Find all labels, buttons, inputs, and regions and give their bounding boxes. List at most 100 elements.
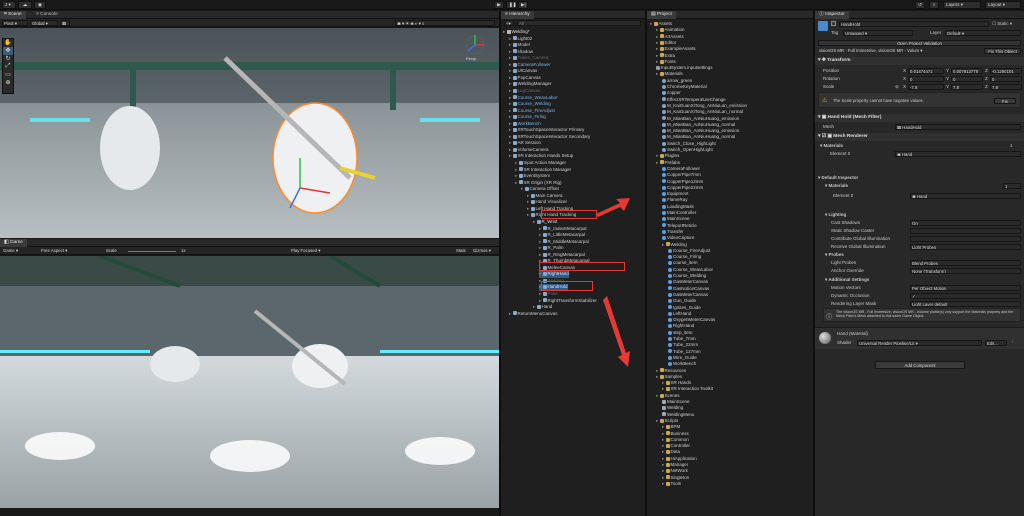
element0-field[interactable]: ◉ Hand [895, 151, 1021, 157]
expand-arrow-icon[interactable]: ▸ [539, 252, 543, 257]
fix-this-object-button[interactable]: Fix This Object [984, 48, 1021, 54]
expand-arrow-icon[interactable]: ▸ [515, 180, 519, 185]
collab-icon[interactable]: ◉ [34, 1, 46, 9]
materials2-count[interactable]: 1 [1003, 183, 1021, 189]
hierarchy-item[interactable]: ▸ Course_Firing [509, 114, 546, 121]
property-value[interactable]: ✓ [910, 293, 1021, 299]
scene-viewport[interactable] [0, 28, 499, 238]
visionos-profile-dropdown[interactable]: visionOS MR - Full Immersive, visionOS M… [818, 48, 983, 54]
expand-arrow-icon[interactable]: ▸ [656, 368, 660, 373]
hierarchy-item[interactable]: ▸ Course_Welding [509, 101, 551, 108]
expand-arrow-icon[interactable]: ▸ [539, 226, 543, 231]
scale-tool-icon[interactable]: ⤢ [3, 63, 13, 71]
hierarchy-item[interactable]: ▸ shadow [509, 49, 533, 56]
display-dropdown[interactable]: Game ▾ [2, 248, 30, 254]
expand-arrow-icon[interactable]: ▸ [527, 212, 531, 217]
hierarchy-item[interactable]: ▸ ReturnMenuCanvas [509, 311, 558, 318]
property-value[interactable]: Per Object Motion [910, 285, 1021, 291]
hierarchy-item[interactable]: ▸ WeldingManager [509, 81, 551, 88]
tag-dropdown[interactable]: Untagged ▾ [843, 30, 913, 36]
expand-arrow-icon[interactable]: ▸ [539, 291, 543, 296]
expand-arrow-icon[interactable]: ▸ [509, 95, 513, 100]
scale-x-field[interactable]: -7.8 [908, 84, 944, 90]
expand-arrow-icon[interactable]: ▸ [662, 424, 666, 429]
probes-foldout[interactable]: ▾ Probes [825, 251, 844, 258]
expand-arrow-icon[interactable]: ▸ [515, 167, 519, 172]
property-value[interactable]: On [910, 220, 1021, 226]
edit-shader-button[interactable]: Edit... [985, 340, 1007, 346]
layer-dropdown[interactable]: Default ▾ [945, 30, 1021, 36]
expand-arrow-icon[interactable]: ▸ [533, 304, 537, 309]
tab-hierarchy[interactable]: ≡ Hierarchy [501, 11, 534, 19]
expand-arrow-icon[interactable]: ▸ [527, 199, 531, 204]
gizmos-dropdown[interactable]: Gizmos ▾ [472, 248, 498, 254]
game-viewport[interactable] [0, 256, 499, 508]
expand-arrow-icon[interactable]: ▸ [539, 239, 543, 244]
hierarchy-item[interactable]: ▸ Light02 [509, 36, 532, 43]
property-value[interactable]: None (Transform) [910, 268, 1021, 274]
expand-arrow-icon[interactable]: ▸ [662, 437, 666, 442]
expand-arrow-icon[interactable]: ▸ [662, 456, 666, 461]
rotation-y-field[interactable]: 0 [951, 76, 983, 82]
expand-arrow-icon[interactable]: ▸ [527, 206, 531, 211]
expand-arrow-icon[interactable]: ▸ [509, 134, 513, 139]
hierarchy-item[interactable]: ▸ Welding* [503, 29, 529, 36]
expand-arrow-icon[interactable]: ▸ [509, 62, 513, 67]
hierarchy-item[interactable]: ▸ XR Origin (XR Rig) [515, 180, 562, 187]
expand-arrow-icon[interactable]: ▸ [662, 242, 666, 247]
tab-console[interactable]: ≡ Console [32, 11, 62, 19]
play-focused-dropdown[interactable]: Play Focused ▾ [290, 248, 332, 254]
hierarchy-item[interactable]: ▸ R_Wrist [533, 219, 557, 226]
persp-label[interactable]: Persp [466, 56, 476, 61]
expand-arrow-icon[interactable]: ▸ [662, 468, 666, 473]
scale-slider[interactable] [128, 250, 176, 252]
mesh-filter-header[interactable]: ▾ ▣ Hand Hold (Mesh Filter) [815, 114, 1024, 122]
materials-count[interactable]: 1 [1010, 142, 1013, 149]
expand-arrow-icon[interactable]: ▸ [515, 173, 519, 178]
static-toggle[interactable]: ☐ Static ▾ [992, 20, 1022, 27]
hierarchy-item[interactable]: ▸ Input Action Manager [515, 160, 566, 167]
expand-arrow-icon[interactable]: ▸ [509, 55, 513, 60]
expand-arrow-icon[interactable]: ▸ [509, 127, 513, 132]
scene-view-options[interactable]: ◉ ▾ ☀ ◈ ◐ ▾ ⌕ [395, 20, 495, 26]
add-component-button[interactable]: Add Component [875, 361, 965, 369]
open-project-validation-button[interactable]: Open Project Validation [818, 40, 1021, 46]
rotation-x-field[interactable]: 0 [908, 76, 944, 82]
expand-arrow-icon[interactable]: ▸ [539, 232, 543, 237]
scale-z-field[interactable]: 7.8 [990, 84, 1022, 90]
materials2-foldout[interactable]: ▾ Materials [825, 182, 848, 189]
hierarchy-item[interactable]: ▸ XR Interaction Hands Setup [509, 153, 573, 160]
stats-button[interactable]: Stats [455, 248, 471, 254]
expand-arrow-icon[interactable]: ▸ [515, 160, 519, 165]
hierarchy-item[interactable]: ▸ RightTransformStabilizer [539, 298, 597, 305]
expand-arrow-icon[interactable]: ▸ [509, 311, 513, 316]
expand-arrow-icon[interactable]: ▸ [656, 59, 660, 64]
hierarchy-item[interactable]: ▸ Camera Offset [521, 186, 559, 193]
additional-foldout[interactable]: ▾ Additional Settings [825, 276, 869, 283]
mesh-renderer-header[interactable]: ▾ ☑ ▣ Mesh Renderer [815, 133, 1024, 141]
expand-arrow-icon[interactable]: ▸ [656, 71, 660, 76]
expand-arrow-icon[interactable]: ▸ [509, 140, 513, 145]
expand-arrow-icon[interactable]: ▸ [509, 147, 513, 152]
hand-tool-icon[interactable]: ✋ [3, 39, 13, 47]
expand-arrow-icon[interactable]: ▸ [662, 380, 666, 385]
cloud-icon[interactable]: ☁ [18, 1, 32, 9]
expand-arrow-icon[interactable]: ▸ [509, 114, 513, 119]
hierarchy-item[interactable]: ▸ RightHand [539, 271, 569, 278]
hierarchy-item[interactable]: ▸ CameraFollower [509, 62, 551, 69]
element0-2-field[interactable]: ◉ Hand [910, 193, 1021, 199]
expand-arrow-icon[interactable]: ▸ [662, 443, 666, 448]
expand-arrow-icon[interactable]: ▸ [509, 36, 513, 41]
material-header[interactable]: Hand (Material) Shader Universal Render … [815, 327, 1024, 349]
hierarchy-item[interactable]: ▸ R_RingMetacarpal [539, 252, 585, 259]
expand-arrow-icon[interactable]: ▸ [656, 418, 660, 423]
expand-arrow-icon[interactable]: ▸ [656, 46, 660, 51]
hierarchy-item[interactable]: ▸ XRTouchSpaceInteractor Secondary [509, 134, 590, 141]
property-value[interactable]: Light Probes [910, 244, 1021, 250]
tab-project[interactable]: ▤ Project [647, 11, 676, 19]
rotate-tool-icon[interactable]: ↻ [3, 55, 13, 63]
search-icon[interactable]: ⌕ [929, 1, 939, 9]
expand-arrow-icon[interactable]: ▸ [509, 68, 513, 73]
layout-dropdown[interactable]: Layout ▾ [985, 1, 1021, 9]
hierarchy-item[interactable]: ▸ Course_WeavLabor [509, 95, 557, 102]
